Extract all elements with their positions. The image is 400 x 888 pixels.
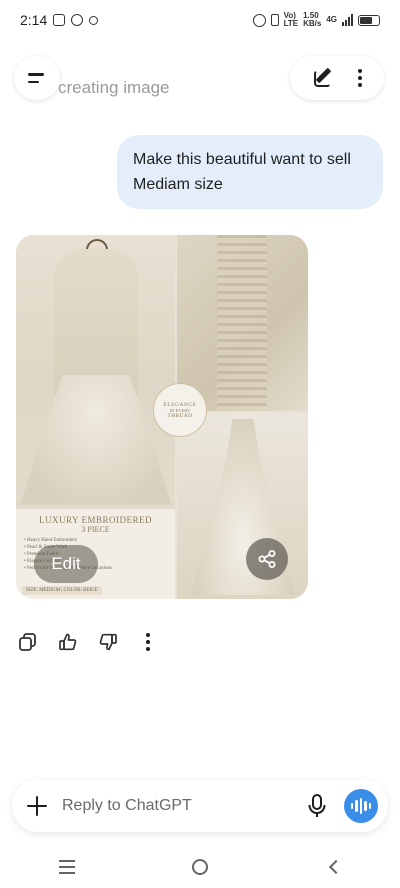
embroidery-detail (217, 235, 267, 411)
promo-bullet: • Heavy Hand Embroidery (24, 538, 78, 543)
copy-icon (19, 633, 36, 651)
alarm-icon (252, 13, 266, 27)
more-vertical-icon[interactable] (138, 632, 158, 652)
copy-button[interactable] (18, 632, 38, 652)
voice-mode-button[interactable] (344, 789, 378, 823)
elegance-badge: ELEGANCE IN EVERY THREAD (153, 383, 207, 437)
dress-skirt (20, 375, 172, 505)
status-bar: 2:14 Vo) LTE 1.50 KB/s 4G (0, 0, 400, 40)
user-message: Make this beautiful want to sell Mediam … (117, 135, 383, 209)
promo-subtitle: 3 PIECE (81, 525, 110, 534)
network-speed: 1.50 KB/s (303, 11, 322, 28)
back-icon[interactable] (329, 859, 344, 875)
home-icon[interactable] (191, 859, 208, 875)
edit-label: Edit (51, 554, 81, 573)
status-left: 2:14 (20, 12, 99, 28)
instagram-icon (53, 14, 66, 26)
new-chat-icon[interactable] (312, 67, 334, 89)
menu-icon-line (28, 73, 44, 76)
header-actions (290, 56, 384, 100)
thumbs-down-icon (99, 633, 117, 651)
battery-icon (358, 14, 380, 26)
recent-apps-icon[interactable] (58, 860, 75, 874)
generated-image[interactable]: LUXURY EMBROIDERED 3 PIECE • Heavy Hand … (16, 235, 308, 599)
thumbs-up-icon (59, 633, 77, 651)
promo-footer: SIZE: MEDIUM | COLOR: BEIGE (22, 586, 102, 595)
composer (12, 780, 388, 832)
notification-icon (89, 15, 99, 25)
system-nav-bar (0, 846, 400, 888)
signal-gen: 4G (326, 15, 337, 24)
reply-input[interactable] (62, 797, 306, 815)
share-button[interactable] (246, 538, 288, 580)
thumbs-up-button[interactable] (58, 632, 78, 652)
edit-image-button[interactable]: Edit (34, 545, 98, 583)
status-right: Vo) LTE 1.50 KB/s 4G (252, 11, 380, 28)
vibrate-icon (270, 14, 279, 26)
page-title: creating image (58, 78, 170, 97)
gown-photo (177, 413, 308, 599)
menu-button[interactable] (14, 56, 60, 100)
share-icon (258, 550, 276, 568)
thumbs-down-button[interactable] (98, 632, 118, 652)
facebook-icon (71, 14, 84, 26)
menu-icon-line (28, 80, 39, 83)
embroidery-closeup-photo (177, 235, 308, 411)
promo-title: LUXURY EMBROIDERED (39, 515, 152, 525)
message-actions (18, 632, 158, 652)
signal-icon (342, 14, 353, 26)
plus-icon[interactable] (26, 795, 48, 817)
status-time: 2:14 (20, 12, 48, 28)
more-vertical-icon[interactable] (358, 69, 362, 87)
network-type: Vo) LTE (283, 11, 299, 28)
mic-icon[interactable] (306, 793, 328, 819)
